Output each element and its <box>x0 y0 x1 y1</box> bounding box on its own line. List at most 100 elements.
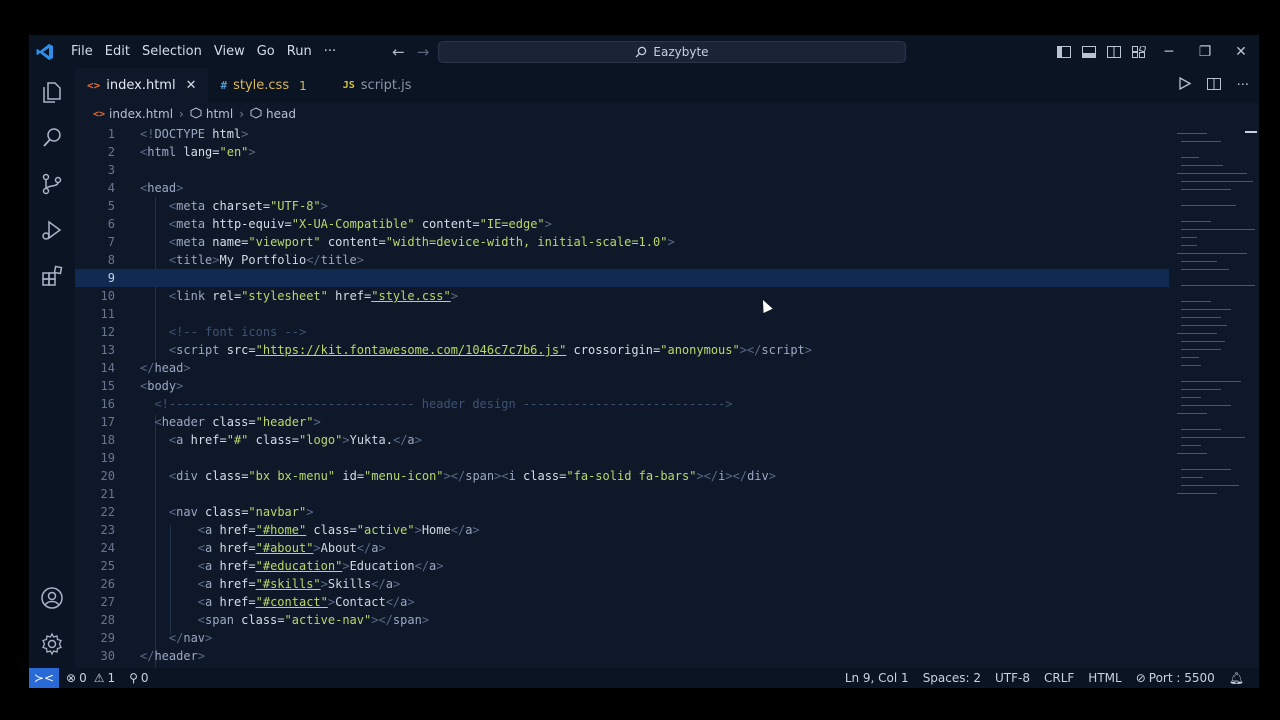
close-tab-icon[interactable]: ✕ <box>186 78 197 93</box>
minimap-line <box>1177 453 1207 454</box>
menu-file[interactable]: File <box>65 35 99 68</box>
minimap-line <box>1177 493 1217 494</box>
minimap-line <box>1181 181 1253 182</box>
editor-area: <> index.html ✕ # style.css 1 JS script.… <box>75 68 1259 668</box>
menu-selection[interactable]: Selection <box>136 35 208 68</box>
language-mode[interactable]: HTML <box>1081 671 1128 685</box>
split-editor-icon[interactable] <box>1206 77 1221 94</box>
indentation[interactable]: Spaces: 2 <box>916 671 988 685</box>
html-file-icon: <> <box>93 108 106 120</box>
ports-count: 0 <box>140 671 149 685</box>
code-line: 3 <box>107 163 115 177</box>
vscode-logo-icon <box>29 35 61 68</box>
code-line: 14 </head> <box>100 361 191 375</box>
code-line: 20 <div class="bx bx-menu" id="menu-icon… <box>100 469 776 483</box>
minimize-icon[interactable]: ─ <box>1151 35 1187 68</box>
code-line: 15 <body> <box>100 379 184 393</box>
back-arrow-icon[interactable]: ← <box>392 43 405 61</box>
code-line: 8 <title>My Portfolio</title> <box>107 253 365 267</box>
command-center-search[interactable]: Eazybyte <box>438 41 906 63</box>
menu-view[interactable]: View <box>208 35 251 68</box>
minimap-line <box>1181 437 1245 438</box>
code-line: 11 <box>100 307 115 321</box>
problem-count-badge: 1 <box>299 78 307 93</box>
breadcrumb-html[interactable]: html <box>206 107 233 121</box>
breadcrumb-head[interactable]: head <box>266 107 296 121</box>
scrollbar-thumb[interactable] <box>1245 131 1257 133</box>
menu-go[interactable]: Go <box>251 35 281 68</box>
run-file-icon[interactable] <box>1178 76 1191 94</box>
close-window-icon[interactable]: ✕ <box>1223 35 1259 68</box>
minimap-line <box>1181 301 1211 302</box>
code-line: 13 <script src="https://kit.fontawesome.… <box>100 343 813 357</box>
minimap-line <box>1181 269 1229 270</box>
more-actions-icon[interactable]: ··· <box>1237 78 1249 93</box>
menu-more[interactable]: ··· <box>318 35 342 68</box>
minimap-line <box>1181 317 1221 318</box>
source-control-icon[interactable] <box>29 162 75 206</box>
minimap-line <box>1181 285 1255 286</box>
explorer-icon[interactable] <box>29 70 75 114</box>
remote-indicator-icon[interactable]: ≻< <box>29 668 59 688</box>
menu-run[interactable]: Run <box>281 35 318 68</box>
tab-label: style.css <box>233 78 290 93</box>
js-icon: JS <box>342 80 355 91</box>
notifications-bell-icon[interactable]: 🔔︎ <box>1222 671 1251 685</box>
customize-layout-icon[interactable] <box>1126 35 1151 68</box>
code-line: 25 <a href="#education">Education</a> <box>100 559 444 573</box>
code-line: 2 <html lang="en"> <box>107 145 256 159</box>
toggle-secondary-sidebar-icon[interactable] <box>1101 35 1126 68</box>
extensions-icon[interactable] <box>29 254 75 298</box>
tab-label: index.html <box>106 78 176 93</box>
search-icon <box>635 46 647 58</box>
end-of-line[interactable]: CRLF <box>1037 671 1081 685</box>
minimap-line <box>1181 205 1236 206</box>
tab-script-js[interactable]: JS script.js <box>319 68 424 103</box>
code-line: 1 <!DOCTYPE html> <box>107 127 249 141</box>
menu-edit[interactable]: Edit <box>99 35 136 68</box>
cursor-position[interactable]: Ln 9, Col 1 <box>838 671 916 685</box>
html-icon: <> <box>87 79 101 92</box>
code-line: 12 <!-- font icons --> <box>100 325 307 339</box>
css-icon: # <box>220 79 228 92</box>
minimap-line <box>1181 189 1231 190</box>
ports-indicator[interactable]: ⚲ 0 <box>122 671 155 685</box>
code-line: 23 <a href="#home" class="active">Home</… <box>100 523 480 537</box>
forward-arrow-icon[interactable]: → <box>417 43 430 61</box>
settings-gear-icon[interactable] <box>29 622 75 666</box>
encoding[interactable]: UTF-8 <box>988 671 1037 685</box>
live-server-port[interactable]: ⊘ Port : 5500 <box>1129 671 1222 685</box>
code-line: 5 <meta charset="UTF-8"> <box>107 199 328 213</box>
run-debug-icon[interactable] <box>29 208 75 252</box>
accounts-icon[interactable] <box>29 576 75 620</box>
code-line: 17 <header class="header"> <box>100 415 321 429</box>
minimap-line <box>1181 405 1231 406</box>
search-sidebar-icon[interactable] <box>29 116 75 160</box>
minimap-line <box>1181 397 1201 398</box>
breadcrumb-file[interactable]: index.html <box>109 107 173 121</box>
toggle-primary-sidebar-icon[interactable] <box>1051 35 1076 68</box>
minimap-line <box>1181 325 1227 326</box>
broadcast-icon: ⚲ <box>129 671 138 685</box>
minimap-line <box>1177 333 1217 334</box>
problems-indicator[interactable]: ⊗ 0 ⚠ 1 <box>59 671 122 685</box>
toggle-panel-icon[interactable] <box>1076 35 1101 68</box>
minimap-line <box>1177 253 1247 254</box>
breadcrumb: <> index.html › html › head <box>75 103 296 125</box>
minimap-line <box>1181 365 1201 366</box>
block-icon: ⊘ <box>1135 671 1146 685</box>
code-editor[interactable]: 1 <!DOCTYPE html> 2 <html lang="en"> 3 4 <h… <box>75 125 1169 668</box>
tab-index-html[interactable]: <> index.html ✕ <box>75 68 209 103</box>
code-line: 24 <a href="#about">About</a> <box>100 541 386 555</box>
tab-style-css[interactable]: # style.css 1 <box>208 68 318 103</box>
code-line: 19 <box>100 451 115 465</box>
code-line: 28 <span class="active-nav"></span> <box>100 613 430 627</box>
element-icon <box>250 106 262 122</box>
code-line-current: 9 <box>75 269 1169 287</box>
minimap-line <box>1181 229 1255 230</box>
minimap-line <box>1177 413 1207 414</box>
minimap[interactable] <box>1173 125 1259 668</box>
editor-actions: ··· <box>1178 68 1249 103</box>
restore-icon[interactable]: ❐ <box>1187 35 1223 68</box>
minimap-line <box>1181 349 1221 350</box>
